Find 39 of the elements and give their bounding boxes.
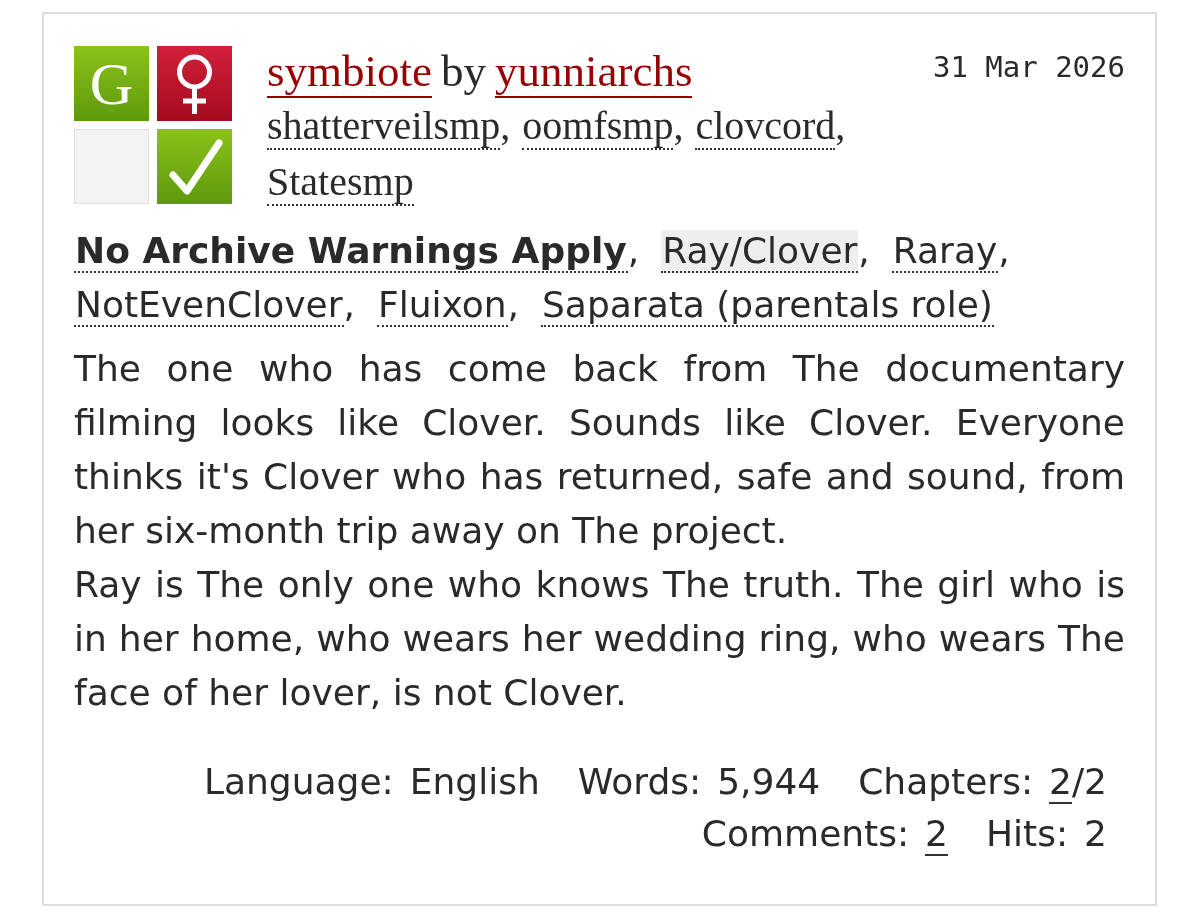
by-text: by bbox=[441, 46, 486, 96]
summary-paragraph: The one who has come back from The documentary filming looks like Clover. Sounds like Clover. Everyone thinks it's Clover who has returned, safe and sound, from her six-month trip away on The project. bbox=[74, 347, 1125, 553]
stat-value: 5,944 bbox=[717, 761, 821, 802]
comma-text: , bbox=[858, 230, 870, 271]
stat-value: 2 bbox=[1084, 813, 1107, 854]
author-link[interactable]: yunniarchs bbox=[495, 46, 693, 98]
work-title-link[interactable]: symbiote bbox=[267, 46, 432, 98]
tag-link[interactable]: No Archive Warnings Apply bbox=[74, 230, 628, 273]
tag-link[interactable]: Ray/Clover bbox=[661, 230, 859, 273]
stat-value: /2 bbox=[1071, 761, 1107, 802]
stat-label: Comments: bbox=[701, 812, 910, 856]
stat-value: English bbox=[409, 761, 540, 802]
summary-paragraph: Ray is The only one who knows The truth. The girl who is in her home, who wears her wedding ring, who wears The face of her lover, is not Clover. bbox=[74, 563, 1125, 715]
date-text: 31 Mar 2026 bbox=[932, 50, 1125, 84]
checkmark-icon bbox=[157, 129, 232, 204]
fandom-tag[interactable]: oomfsmp bbox=[522, 103, 674, 150]
fandom-tag[interactable]: clovcord bbox=[695, 103, 836, 150]
stat-label: Language: bbox=[203, 760, 394, 804]
comma-text: , bbox=[627, 230, 640, 271]
stat-link[interactable]: 2 bbox=[925, 813, 948, 856]
stat-label: Words: bbox=[577, 760, 702, 804]
comma-text: , bbox=[998, 230, 1010, 271]
tag-link[interactable]: Fluixon bbox=[376, 284, 508, 327]
female-sign-icon bbox=[157, 46, 232, 121]
tag-link[interactable]: Saparata (parentals role) bbox=[541, 284, 994, 327]
comma-text: , bbox=[835, 103, 846, 148]
comma-text: , bbox=[673, 103, 684, 148]
comma-text: , bbox=[500, 103, 511, 148]
stat-label: Chapters: bbox=[858, 760, 1034, 804]
fandom-tag[interactable]: shatterveilsmp bbox=[267, 103, 501, 150]
comma-text: , bbox=[343, 284, 355, 325]
tag-link[interactable]: Raray bbox=[891, 230, 999, 273]
tag-link[interactable]: NotEvenClover bbox=[74, 284, 344, 327]
blank-square-icon bbox=[74, 129, 149, 204]
stat-link[interactable]: 2 bbox=[1049, 761, 1072, 804]
rating-icon: G bbox=[74, 46, 149, 121]
comma-text: , bbox=[507, 284, 519, 325]
fandom-tag[interactable]: Statesmp bbox=[267, 159, 414, 206]
stat-label: Hits: bbox=[986, 812, 1069, 856]
